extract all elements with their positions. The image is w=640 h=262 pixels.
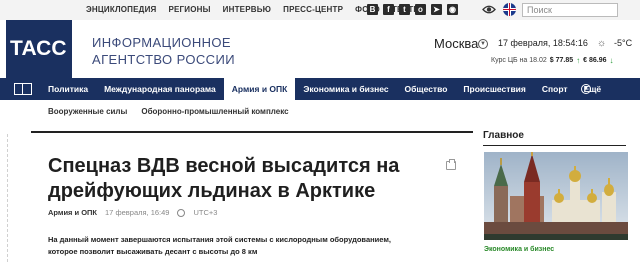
sidebar-item-category[interactable]: Экономика и бизнес [484, 246, 554, 253]
article-headline: Спецназ ВДВ весной высадится на дрейфующ… [48, 155, 400, 202]
article-timezone: UTC+3 [193, 208, 218, 217]
twitter-icon[interactable]: t [399, 4, 410, 15]
temperature: -5°C [614, 38, 633, 48]
rss-icon[interactable]: ◉ [447, 4, 458, 15]
sub-nav: Вооруженные силы Оборонно-промышленный к… [48, 107, 289, 116]
top-link-press-center[interactable]: ПРЕСС-ЦЕНТР [283, 5, 343, 14]
agency-title: ИНФОРМАЦИОННОЕ АГЕНТСТВО РОССИИ [92, 34, 235, 68]
sidebar-rule [483, 145, 626, 146]
city-selector[interactable]: Москва [434, 36, 478, 51]
currency-rates: Курс ЦБ на 18.02 $ 77.85 ↑ € 86.96 ↓ [491, 56, 614, 65]
agency-line-2: АГЕНТСТВО РОССИИ [92, 52, 235, 67]
nav-item-incidents[interactable]: Происшествия [455, 78, 533, 100]
nav-item-sport[interactable]: Спорт [534, 78, 576, 100]
vk-icon[interactable]: В [367, 4, 378, 15]
rates-label: Курс ЦБ на 18.02 [491, 57, 547, 64]
current-datetime: 17 февраля, 18:54:16 [498, 38, 588, 48]
article-lead: На данный момент завершаются испытания э… [48, 235, 391, 256]
arrow-down-icon: ↓ [609, 56, 614, 65]
top-link-regions[interactable]: РЕГИОНЫ [168, 5, 210, 14]
ok-icon[interactable]: о [415, 4, 426, 15]
search-input[interactable]: Поиск [522, 3, 618, 17]
arrow-up-icon: ↑ [576, 56, 581, 65]
article-category[interactable]: Армия и ОПК [48, 208, 97, 217]
sidebar-title: Главное [483, 130, 524, 141]
logo-text: ТАСС [10, 37, 67, 60]
top-link-encyclopedia[interactable]: ЭНЦИКЛОПЕДИЯ [86, 5, 156, 14]
social-icons: В f t о ➤ ◉ [367, 4, 458, 15]
article-top-rule [31, 131, 473, 133]
nav-item-world[interactable]: Международная панорама [96, 78, 224, 100]
nav-item-economy[interactable]: Экономика и бизнес [295, 78, 396, 100]
eye-icon[interactable] [482, 4, 496, 15]
nav-item-society[interactable]: Общество [397, 78, 456, 100]
eur-rate: € 86.96 [583, 57, 607, 64]
chevron-down-icon[interactable]: ▼ [478, 39, 488, 49]
menu-icon[interactable] [14, 83, 32, 95]
article-meta: Армия и ОПК 17 февраля, 16:49 UTC+3 [48, 208, 217, 217]
tass-logo[interactable]: ТАСС [6, 20, 72, 78]
chevron-down-icon[interactable]: ▼ [581, 84, 591, 94]
divider [7, 134, 8, 262]
subnav-item-defense-industry[interactable]: Оборонно-промышленный комплекс [141, 107, 288, 116]
english-flag-icon[interactable] [503, 3, 516, 16]
kremlin-image[interactable] [484, 152, 628, 240]
nav-item-politics[interactable]: Политика [40, 78, 96, 100]
telegram-icon[interactable]: ➤ [431, 4, 442, 15]
nav-items: Политика Международная панорама Армия и … [40, 78, 609, 100]
clock-icon [177, 208, 186, 217]
article-date: 17 февраля, 16:49 [105, 208, 170, 217]
weather-icon: ☼ [597, 38, 607, 49]
nav-item-army[interactable]: Армия и ОПК [223, 78, 296, 100]
usd-rate: $ 77.85 [549, 57, 574, 64]
subnav-item-armed-forces[interactable]: Вооруженные силы [48, 107, 127, 116]
print-icon[interactable] [446, 159, 456, 170]
top-link-interview[interactable]: ИНТЕРВЬЮ [223, 5, 271, 14]
facebook-icon[interactable]: f [383, 4, 394, 15]
agency-line-1: ИНФОРМАЦИОННОЕ [92, 35, 231, 50]
